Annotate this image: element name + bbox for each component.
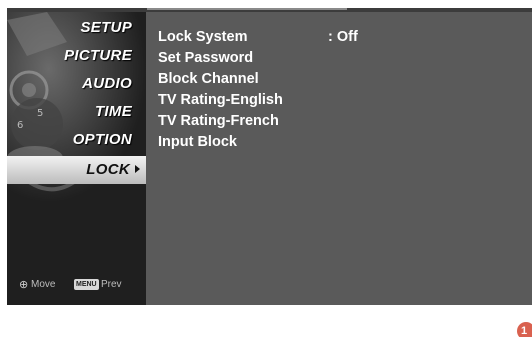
sidebar-item-setup[interactable]: SETUP: [7, 14, 146, 42]
key-hint-footer: ⊕ Move MENU Prev: [7, 276, 146, 294]
sidebar-item-label: LOCK: [86, 161, 130, 178]
menu-row-label: TV Rating-English: [158, 92, 283, 108]
menu-row-label: Block Channel: [158, 71, 259, 87]
sidebar-item-option[interactable]: OPTION: [7, 126, 146, 154]
menu-key-icon: MENU: [74, 279, 99, 290]
move-hint-label: Move: [31, 279, 56, 290]
sidebar-item-audio[interactable]: AUDIO: [7, 70, 146, 98]
sidebar-item-label: SETUP: [80, 19, 132, 36]
sidebar-item-label: AUDIO: [82, 75, 132, 92]
sidebar-item-time[interactable]: TIME: [7, 98, 146, 126]
sidebar-item-label: TIME: [94, 103, 132, 120]
menu-row-set-password[interactable]: Set Password: [158, 50, 518, 71]
chevron-right-icon: [135, 165, 140, 173]
menu-row-block-channel[interactable]: Block Channel: [158, 71, 518, 92]
menu-row-lock-system[interactable]: Lock System : Off: [158, 29, 518, 50]
lock-menu-list: Lock System : Off Set Password Block Cha…: [158, 29, 518, 155]
dpad-icon: ⊕: [19, 279, 29, 291]
sidebar: 6 5 SETUP PICTURE AUDIO TIME OPTION LOCK: [7, 12, 146, 305]
sidebar-item-label: OPTION: [72, 131, 132, 148]
menu-row-input-block[interactable]: Input Block: [158, 134, 518, 155]
menu-row-tv-rating-english[interactable]: TV Rating-English: [158, 92, 518, 113]
sidebar-item-picture[interactable]: PICTURE: [7, 42, 146, 70]
menu-row-label: Set Password: [158, 50, 254, 66]
menu-row-value: : Off: [328, 29, 358, 45]
prev-hint-label: Prev: [101, 279, 122, 290]
sidebar-item-lock[interactable]: LOCK: [7, 156, 146, 184]
menu-row-label: Lock System: [158, 29, 248, 45]
page-number-badge: 1: [517, 322, 532, 337]
sidebar-item-label: PICTURE: [64, 47, 132, 64]
menu-row-tv-rating-french[interactable]: TV Rating-French: [158, 113, 518, 134]
menu-row-label: Input Block: [158, 134, 237, 150]
menu-row-label: TV Rating-French: [158, 113, 279, 129]
